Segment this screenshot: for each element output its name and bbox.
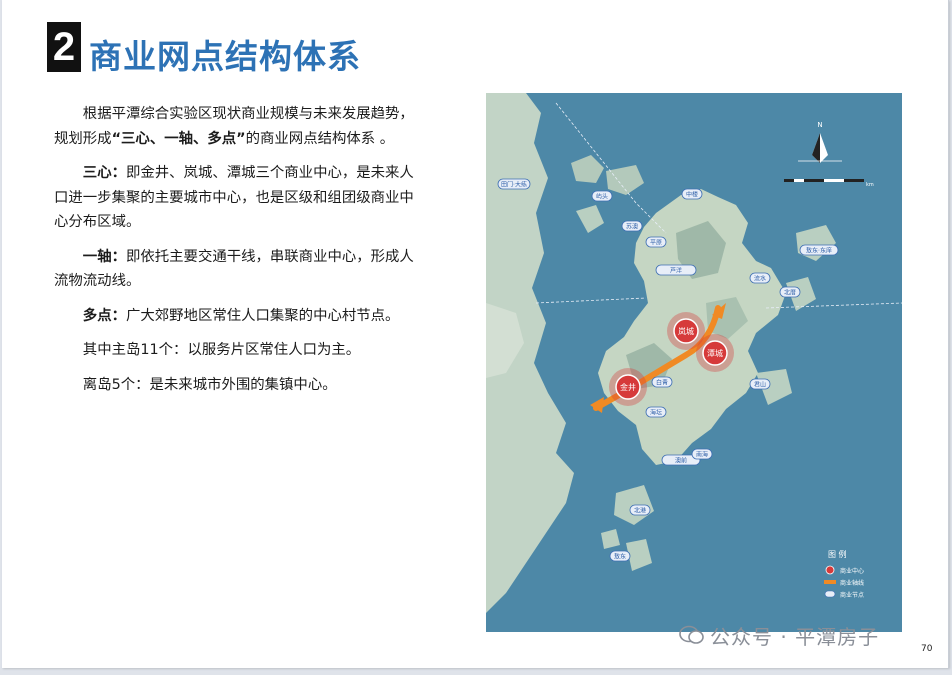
svg-text:商业中心: 商业中心: [840, 567, 864, 575]
svg-text:屿头: 屿头: [596, 193, 608, 201]
svg-text:km: km: [866, 182, 874, 188]
center-marker: 金井: [609, 368, 647, 406]
svg-text:海坛: 海坛: [650, 409, 662, 417]
svg-text:商业轴线: 商业轴线: [840, 579, 864, 587]
page-title: 商业网点结构体系: [89, 37, 361, 76]
svg-text:苏澳: 苏澳: [626, 223, 638, 231]
paragraph-three-centers: 三心：即金井、岚城、潭城三个商业中心，是未来人口进一步集聚的主要城市中心，也是区…: [54, 165, 414, 230]
node-marker: 芦洋: [655, 264, 697, 276]
scale-bar: km: [784, 179, 874, 188]
node-marker: 苏澳: [621, 220, 643, 232]
node-marker: 南海: [691, 448, 713, 460]
svg-text:中楼: 中楼: [686, 191, 698, 199]
svg-text:金井: 金井: [620, 382, 636, 392]
node-marker: 敖东: [609, 550, 631, 562]
svg-text:平原: 平原: [650, 240, 662, 247]
svg-text:图 例: 图 例: [828, 549, 847, 559]
node-marker: 田门·大练: [497, 178, 531, 190]
svg-text:潭城: 潭城: [707, 349, 723, 358]
node-marker: 敖东·东庠: [799, 244, 839, 256]
node-marker: 北港: [629, 504, 651, 516]
paragraph-intro: 根据平潭综合实验区现状商业规模与未来发展趋势，规划形成“三心、一轴、多点”的商业…: [54, 106, 414, 147]
map-legend: 图 例 商业中心 商业轴线 商业节点: [824, 549, 864, 599]
node-marker: 君山: [749, 378, 771, 390]
paragraph-outer-islands: 离岛5个：是未来城市外围的集镇中心。: [82, 376, 337, 393]
node-marker: 白青: [651, 376, 673, 388]
document-page: 2 商业网点结构体系 根据平潭综合实验区现状商业规模与未来发展趋势，规划形成“三…: [2, 0, 949, 668]
svg-text:北厝: 北厝: [784, 289, 796, 297]
svg-text:N: N: [817, 121, 822, 129]
paragraph-multi-nodes: 多点：广大郊野地区常住人口集聚的中心村节点。: [82, 307, 400, 324]
north-arrow: N: [798, 121, 842, 163]
svg-text:岚城: 岚城: [678, 327, 694, 336]
node-marker: 平原: [645, 236, 667, 248]
section-number: 2: [47, 22, 81, 72]
svg-text:白青: 白青: [656, 379, 668, 387]
center-marker: 潭城: [696, 334, 734, 372]
node-marker: 北厝: [779, 286, 801, 298]
svg-text:澳前: 澳前: [675, 457, 687, 465]
wechat-icon: [679, 625, 704, 644]
paragraph-main-island: 其中主岛11个：以服务片区常住人口为主。: [82, 342, 361, 358]
svg-text:芦洋: 芦洋: [670, 267, 682, 275]
node-marker: 屿头: [591, 190, 613, 202]
watermark: 公众号 · 平潭房子: [710, 625, 880, 649]
svg-text:敖东·东庠: 敖东·东庠: [806, 247, 832, 255]
paragraph-one-axis: 一轴：即依托主要交通干线，串联商业中心，形成人流物流动线。: [54, 248, 414, 290]
svg-text:流水: 流水: [754, 275, 766, 283]
svg-text:君山: 君山: [754, 381, 766, 389]
svg-text:田门·大练: 田门·大练: [501, 181, 527, 189]
page-number: 70: [921, 644, 933, 654]
structure-summary: “三心、一轴、多点”: [111, 130, 246, 147]
svg-text:北港: 北港: [634, 507, 646, 515]
svg-text:南海: 南海: [696, 451, 708, 459]
node-marker: 海坛: [645, 406, 667, 418]
commercial-structure-map: 岚城 潭城 金井 田门·大练 屿头 苏澳 平原 中楼 芦洋 流水 敖东·东庠 北…: [486, 93, 902, 632]
body-text: 根据平潭综合实验区现状商业规模与未来发展趋势，规划形成“三心、一轴、多点”的商业…: [54, 102, 422, 407]
svg-text:商业节点: 商业节点: [840, 591, 864, 599]
node-marker: 流水: [749, 272, 771, 284]
svg-text:敖东: 敖东: [614, 553, 626, 561]
node-marker: 中楼: [681, 188, 703, 200]
